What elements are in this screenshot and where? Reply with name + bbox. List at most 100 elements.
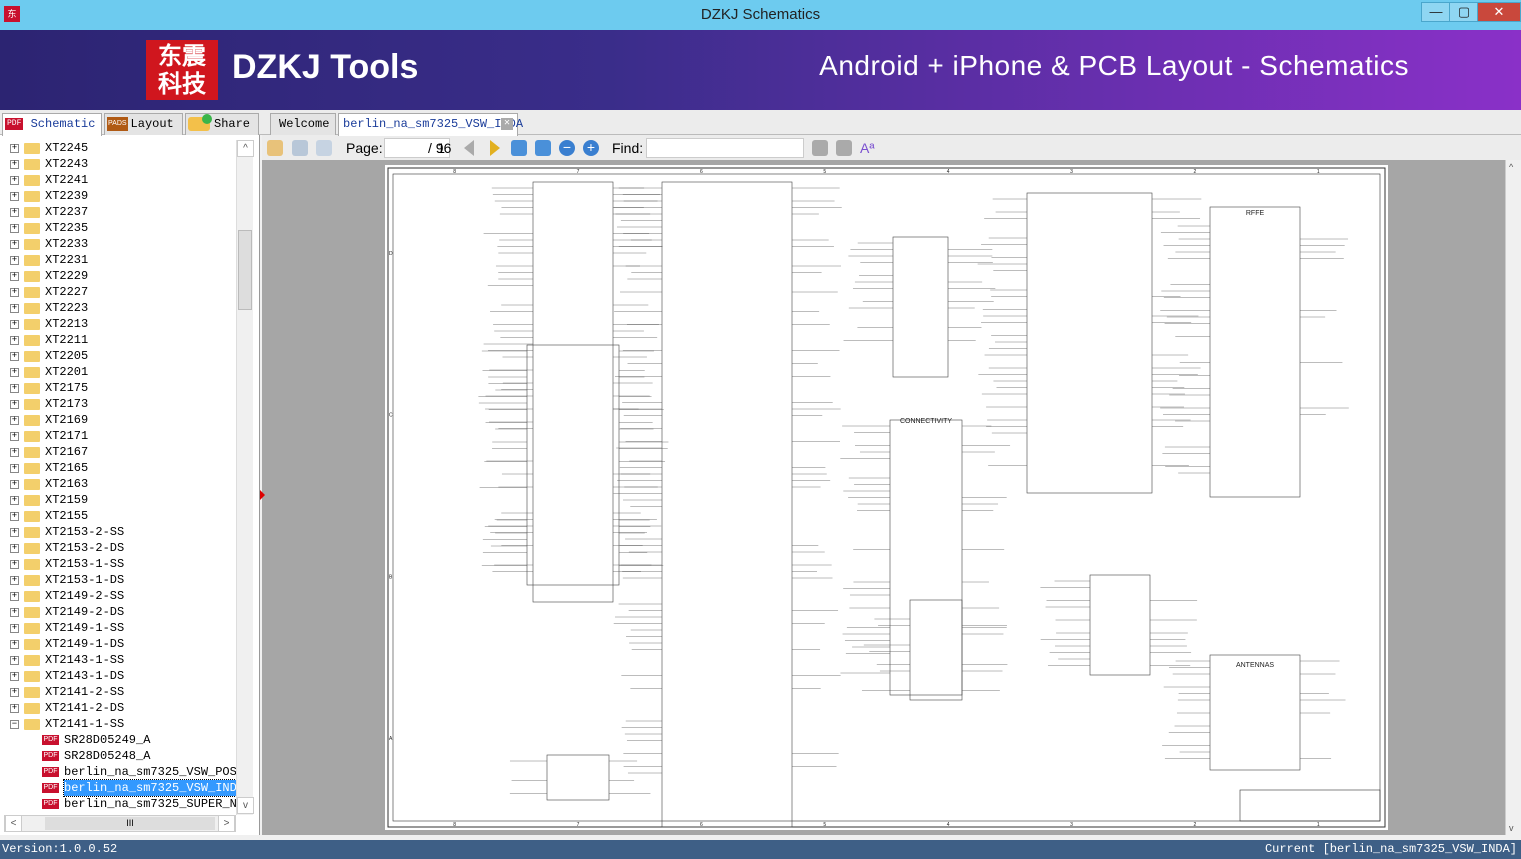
tree-folder[interactable]: + XT2231: [0, 252, 236, 268]
expand-icon[interactable]: +: [10, 512, 19, 521]
tree-file[interactable]: PDF SR28D05248_A: [0, 748, 236, 764]
tree-folder[interactable]: + XT2163: [0, 476, 236, 492]
expand-icon[interactable]: +: [10, 704, 19, 713]
tree-horizontal-scrollbar[interactable]: < III >: [4, 815, 236, 832]
expand-icon[interactable]: +: [10, 384, 19, 393]
tree-folder[interactable]: + XT2141-2-SS: [0, 684, 236, 700]
scroll-left-button[interactable]: <: [5, 815, 22, 832]
tree-folder[interactable]: + XT2243: [0, 156, 236, 172]
tree-folder[interactable]: + XT2237: [0, 204, 236, 220]
tree-folder[interactable]: + XT2153-1-SS: [0, 556, 236, 572]
tab-layout[interactable]: PADS Layout: [104, 113, 183, 135]
tree-folder[interactable]: + XT2167: [0, 444, 236, 460]
tree-folder[interactable]: + XT2165: [0, 460, 236, 476]
zoom-out-icon[interactable]: −: [559, 140, 575, 156]
tree-folder[interactable]: + XT2239: [0, 188, 236, 204]
tree-vertical-scrollbar[interactable]: ^ v: [236, 140, 254, 815]
expand-icon[interactable]: +: [10, 400, 19, 409]
tab-share[interactable]: Share: [185, 113, 259, 135]
expand-icon[interactable]: +: [10, 336, 19, 345]
tree-folder[interactable]: + XT2205: [0, 348, 236, 364]
tree-folder[interactable]: + XT2149-2-DS: [0, 604, 236, 620]
expand-icon[interactable]: +: [10, 144, 19, 153]
collapse-panel-handle[interactable]: [260, 490, 265, 500]
tree-folder[interactable]: + XT2149-1-SS: [0, 620, 236, 636]
copy-page-icon[interactable]: [292, 140, 308, 156]
expand-icon[interactable]: +: [10, 224, 19, 233]
scroll-right-button[interactable]: >: [218, 815, 235, 832]
tree-folder[interactable]: + XT2235: [0, 220, 236, 236]
document-view[interactable]: 8 8 7 7 6 6 5 5 4 4 3 3 2 2 1 1 D C B A CONNECTIVITY RFFE ANTE…: [260, 160, 1505, 835]
fit-page-icon[interactable]: [535, 140, 551, 156]
scroll-down-icon[interactable]: v: [1509, 823, 1514, 833]
scroll-down-button[interactable]: v: [237, 797, 254, 814]
expand-icon[interactable]: +: [10, 688, 19, 697]
scroll-thumb[interactable]: III: [45, 817, 215, 830]
find-next-icon[interactable]: [836, 140, 852, 156]
maximize-button[interactable]: ▢: [1449, 2, 1479, 22]
expand-icon[interactable]: +: [10, 672, 19, 681]
expand-icon[interactable]: +: [10, 160, 19, 169]
tree-folder[interactable]: + XT2245: [0, 140, 236, 156]
tree-folder[interactable]: + XT2143-1-DS: [0, 668, 236, 684]
scroll-up-button[interactable]: ^: [237, 140, 254, 157]
expand-icon[interactable]: +: [10, 624, 19, 633]
tree-folder[interactable]: + XT2173: [0, 396, 236, 412]
tree-folder[interactable]: + XT2159: [0, 492, 236, 508]
expand-icon[interactable]: +: [10, 272, 19, 281]
expand-icon[interactable]: +: [10, 528, 19, 537]
expand-icon[interactable]: +: [10, 640, 19, 649]
tree-folder[interactable]: + XT2143-1-SS: [0, 652, 236, 668]
expand-icon[interactable]: +: [10, 288, 19, 297]
open-icon[interactable]: [267, 140, 283, 156]
expand-icon[interactable]: +: [10, 592, 19, 601]
tree-folder[interactable]: + XT2211: [0, 332, 236, 348]
expand-icon[interactable]: +: [10, 368, 19, 377]
find-input[interactable]: [646, 138, 804, 158]
tree-folder[interactable]: + XT2241: [0, 172, 236, 188]
tree-folder[interactable]: + XT2149-1-DS: [0, 636, 236, 652]
expand-icon[interactable]: +: [10, 656, 19, 665]
expand-icon[interactable]: +: [10, 480, 19, 489]
close-button[interactable]: ✕: [1477, 2, 1521, 22]
match-case-icon[interactable]: Aª: [860, 140, 876, 156]
tree-folder[interactable]: + XT2149-2-SS: [0, 588, 236, 604]
scroll-thumb[interactable]: [238, 230, 252, 310]
tree-file[interactable]: PDF SR28D05249_A: [0, 732, 236, 748]
fit-width-icon[interactable]: [511, 140, 527, 156]
tab-document[interactable]: berlin_na_sm7325_VSW_INDA ✕: [338, 113, 523, 136]
expand-icon[interactable]: +: [10, 608, 19, 617]
expand-icon[interactable]: +: [10, 576, 19, 585]
tree-folder[interactable]: + XT2169: [0, 412, 236, 428]
tree-folder[interactable]: + XT2155: [0, 508, 236, 524]
tree-folder[interactable]: + XT2213: [0, 316, 236, 332]
copy-page-alt-icon[interactable]: [316, 140, 332, 156]
tree-folder[interactable]: + XT2153-2-DS: [0, 540, 236, 556]
tree-folder[interactable]: + XT2153-2-SS: [0, 524, 236, 540]
next-page-icon[interactable]: [490, 140, 500, 156]
expand-icon[interactable]: +: [10, 352, 19, 361]
tree-folder[interactable]: + XT2233: [0, 236, 236, 252]
expand-icon[interactable]: +: [10, 448, 19, 457]
previous-page-icon[interactable]: [464, 140, 474, 156]
tree-file[interactable]: PDF berlin_na_sm7325_SUPER_NA_051: [0, 796, 236, 812]
expand-icon[interactable]: +: [10, 544, 19, 553]
tree-folder[interactable]: + XT2153-1-DS: [0, 572, 236, 588]
expand-icon[interactable]: +: [10, 560, 19, 569]
tab-schematic[interactable]: PDF Schematic: [2, 113, 102, 136]
expand-icon[interactable]: +: [10, 256, 19, 265]
zoom-in-icon[interactable]: +: [583, 140, 599, 156]
expand-icon[interactable]: +: [10, 240, 19, 249]
minimize-button[interactable]: —: [1421, 2, 1451, 22]
tree-folder[interactable]: + XT2229: [0, 268, 236, 284]
collapse-icon[interactable]: −: [10, 720, 19, 729]
tree-folder[interactable]: + XT2171: [0, 428, 236, 444]
tree-folder[interactable]: + XT2201: [0, 364, 236, 380]
expand-icon[interactable]: +: [10, 464, 19, 473]
tree-file[interactable]: PDF berlin_na_sm7325_VSW_POST: [0, 764, 236, 780]
tree-folder[interactable]: + XT2175: [0, 380, 236, 396]
expand-icon[interactable]: +: [10, 192, 19, 201]
tab-welcome[interactable]: Welcome: [270, 113, 336, 135]
tree-file[interactable]: PDF berlin_na_sm7325_VSW_INDA: [0, 779, 236, 797]
scroll-up-icon[interactable]: ^: [1509, 162, 1513, 172]
